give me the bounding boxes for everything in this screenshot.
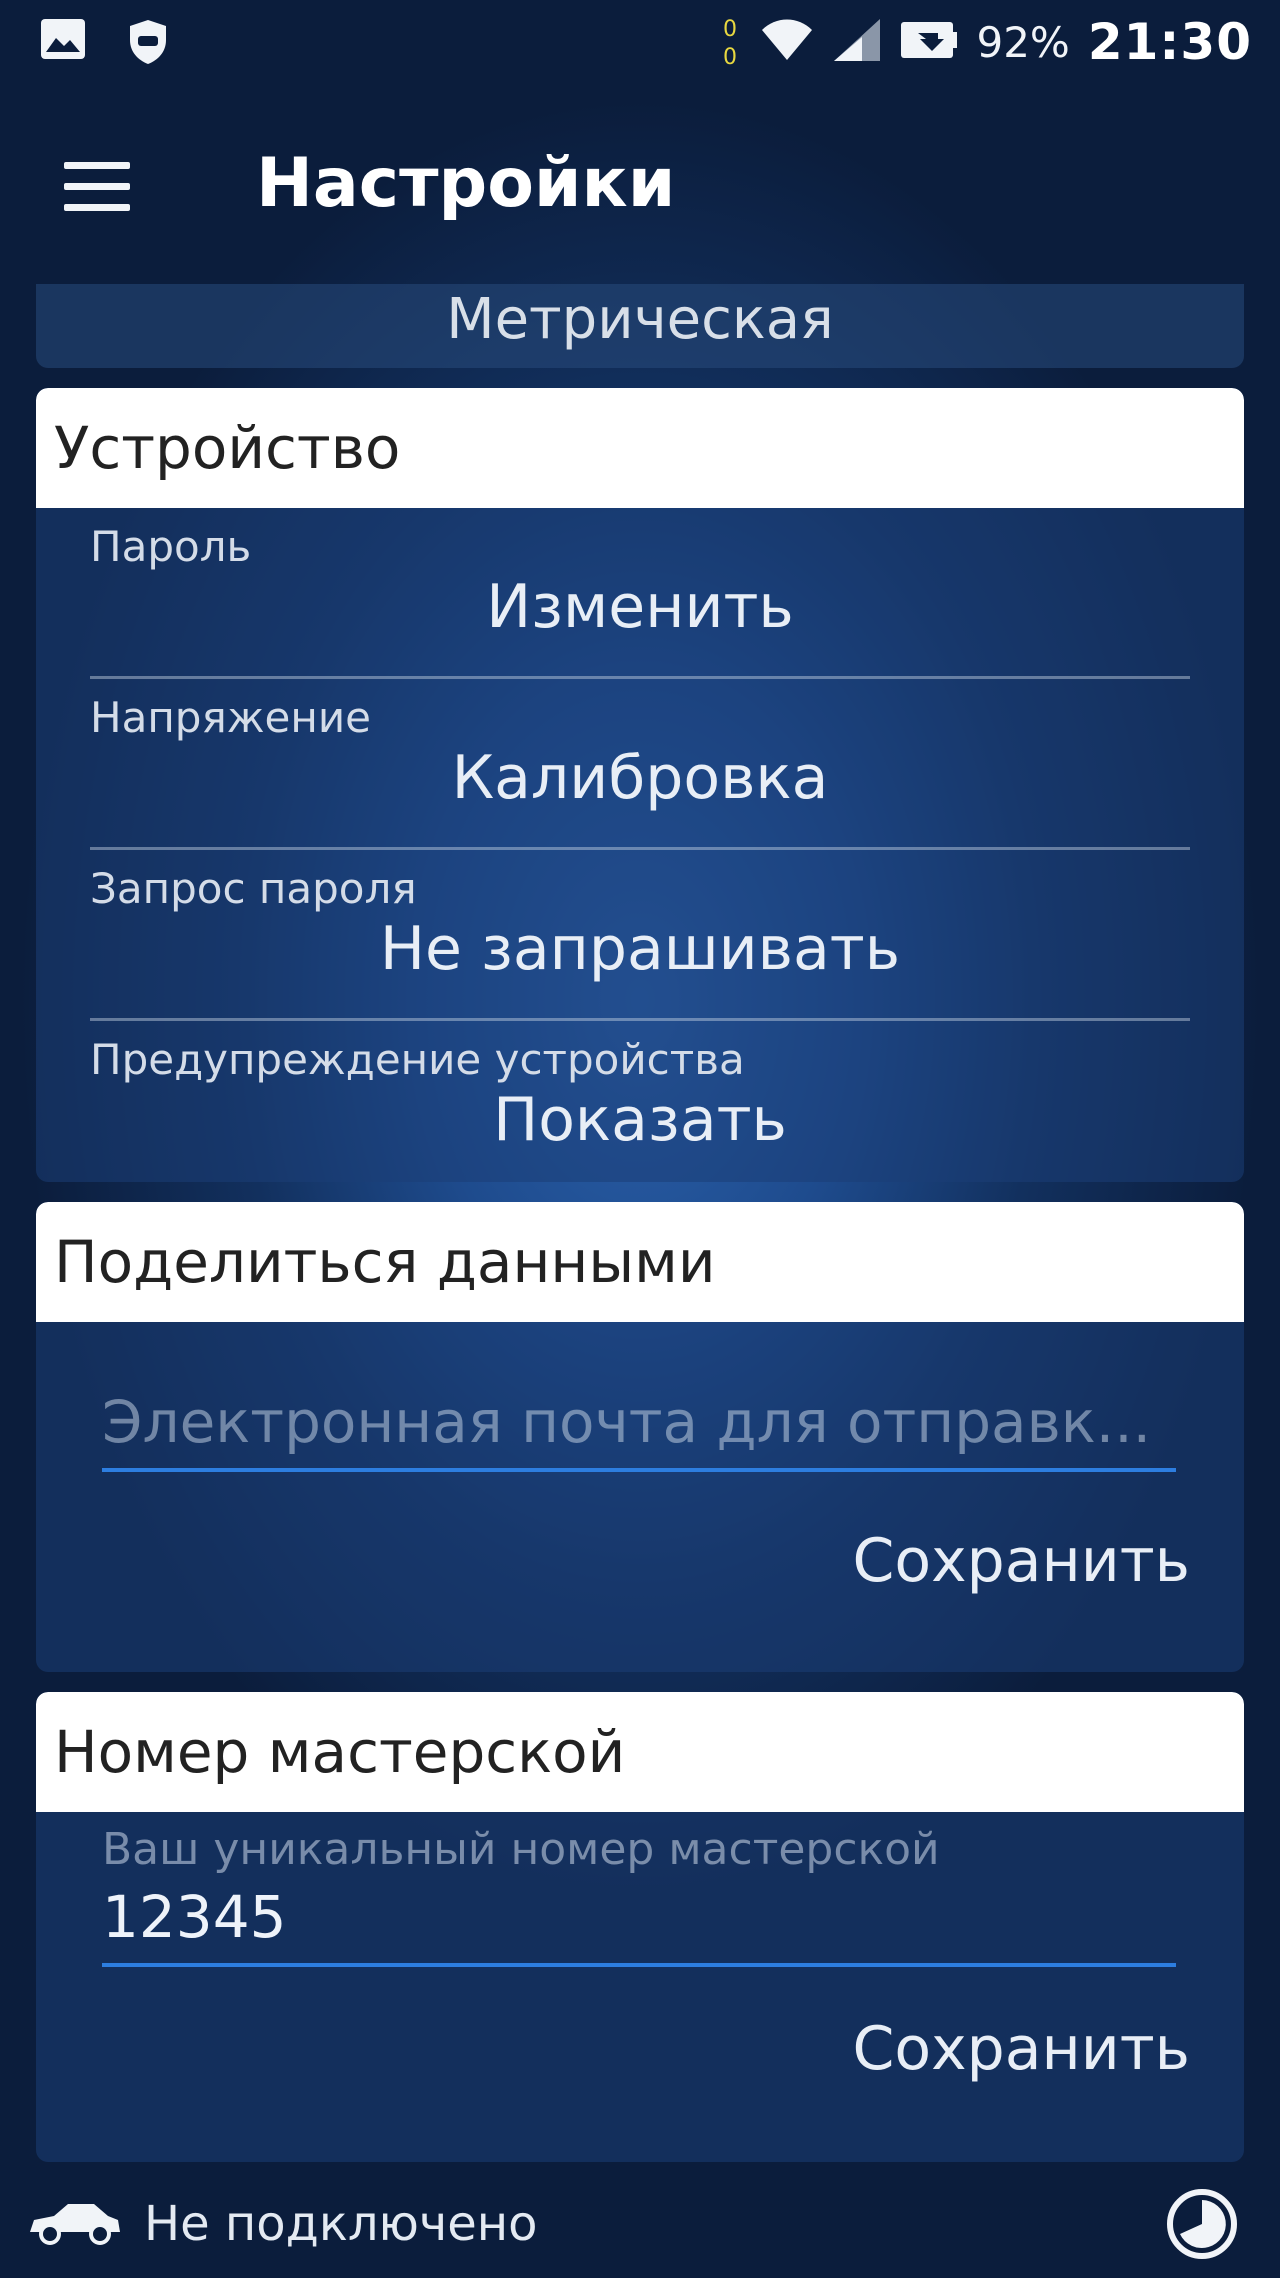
setting-label: Пароль xyxy=(90,522,252,571)
svg-text:0: 0 xyxy=(723,45,737,68)
email-field-wrapper xyxy=(102,1388,1176,1472)
workshop-field-wrapper: Ваш уникальный номер мастерской xyxy=(102,1824,1176,1967)
workshop-header: Номер мастерской xyxy=(36,1692,1244,1812)
setting-value: Не запрашивать xyxy=(379,914,901,984)
svg-text:0: 0 xyxy=(723,17,737,42)
password-request-setting[interactable]: Запрос пароля Не запрашивать xyxy=(90,850,1190,1021)
device-card: Устройство Пароль Изменить Напряжение Ка… xyxy=(36,388,1244,1182)
workshop-card: Номер мастерской Ваш уникальный номер ма… xyxy=(36,1692,1244,2162)
setting-label: Предупреждение устройства xyxy=(90,1035,745,1084)
battery-icon xyxy=(900,19,958,65)
connection-status: Не подключено xyxy=(144,2196,538,2252)
status-bar: 0 0 92% 21:30 xyxy=(0,0,1280,84)
workshop-number-input[interactable] xyxy=(102,1883,1176,1967)
bottom-bar: Не подключено xyxy=(0,2176,1280,2278)
car-icon xyxy=(24,2196,124,2250)
password-setting[interactable]: Пароль Изменить xyxy=(90,508,1190,679)
setting-label: Напряжение xyxy=(90,693,371,742)
workshop-hint: Ваш уникальный номер мастерской xyxy=(102,1824,940,1875)
clock: 21:30 xyxy=(1087,13,1252,71)
setting-label: Запрос пароля xyxy=(90,864,417,913)
save-email-button[interactable]: Сохранить xyxy=(853,1526,1191,1596)
voltage-setting[interactable]: Напряжение Калибровка xyxy=(90,679,1190,850)
refresh-icon[interactable] xyxy=(1164,2186,1240,2262)
setting-value: Изменить xyxy=(486,572,794,642)
units-setting[interactable]: Метрическая xyxy=(36,284,1244,368)
device-warning-setting[interactable]: Предупреждение устройства Показать xyxy=(90,1021,1190,1182)
page-title: Настройки xyxy=(256,144,676,223)
device-header: Устройство xyxy=(36,388,1244,508)
signal-icon xyxy=(832,17,882,67)
setting-value: Калибровка xyxy=(451,743,829,813)
setting-value: Показать xyxy=(493,1085,787,1155)
units-value: Метрическая xyxy=(446,287,834,352)
share-data-header: Поделиться данными xyxy=(36,1202,1244,1322)
data-arrows-icon: 0 0 xyxy=(720,12,742,72)
app-bar: Настройки xyxy=(0,100,1280,272)
image-icon xyxy=(40,18,86,70)
menu-icon[interactable] xyxy=(60,152,136,220)
email-input[interactable] xyxy=(102,1388,1176,1472)
share-data-card: Поделиться данными Сохранить xyxy=(36,1202,1244,1672)
battery-level: 92% xyxy=(976,17,1070,67)
wifi-icon xyxy=(760,18,814,66)
shield-icon xyxy=(126,18,170,70)
save-workshop-button[interactable]: Сохранить xyxy=(853,2014,1191,2084)
